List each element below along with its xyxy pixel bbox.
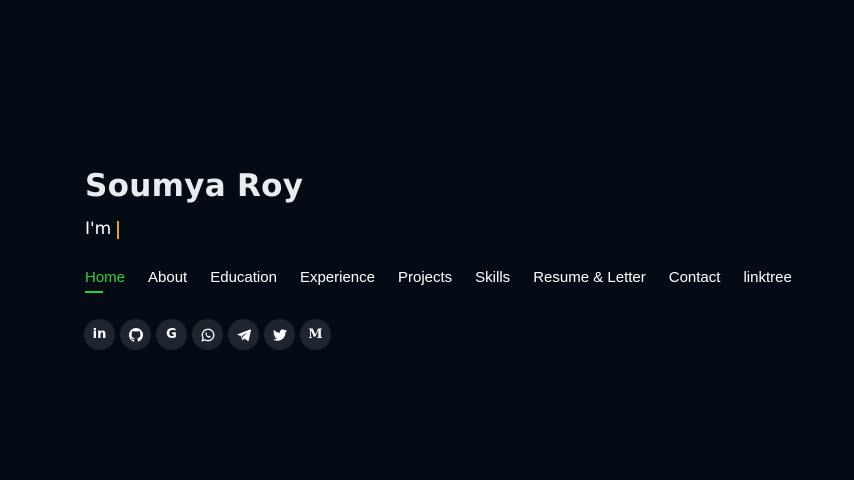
nav-item-about[interactable]: About [148,268,187,288]
twitter-icon [272,328,287,341]
nav-item-linktree[interactable]: linktree [743,268,791,288]
whatsapp-link[interactable] [192,319,223,350]
nav-item-projects[interactable]: Projects [398,268,452,288]
twitter-link[interactable] [264,319,295,350]
telegram-link[interactable] [228,319,259,350]
whatsapp-icon [200,328,214,342]
telegram-icon [236,328,251,341]
main-nav: Home About Education Experience Projects… [85,268,815,293]
hero-section: Soumya Roy I'm [85,166,303,242]
typed-tagline: I'm [85,216,303,242]
medium-link[interactable]: M [300,319,331,350]
github-icon [128,327,143,342]
typing-cursor [117,221,120,239]
social-links: in G M [84,319,336,350]
nav-item-contact[interactable]: Contact [669,268,721,288]
google-link[interactable]: G [156,319,187,350]
typed-prefix: I'm [85,219,112,239]
nav-item-resume-letter[interactable]: Resume & Letter [533,268,646,288]
nav-item-experience[interactable]: Experience [300,268,375,288]
github-link[interactable] [120,319,151,350]
nav-item-education[interactable]: Education [210,268,277,288]
linkedin-icon: in [92,327,107,342]
page-title: Soumya Roy [85,168,304,204]
google-icon: G [166,327,177,342]
medium-icon: M [308,327,323,342]
nav-item-home[interactable]: Home [85,268,125,293]
linkedin-link[interactable]: in [84,319,115,350]
nav-item-skills[interactable]: Skills [475,268,510,288]
